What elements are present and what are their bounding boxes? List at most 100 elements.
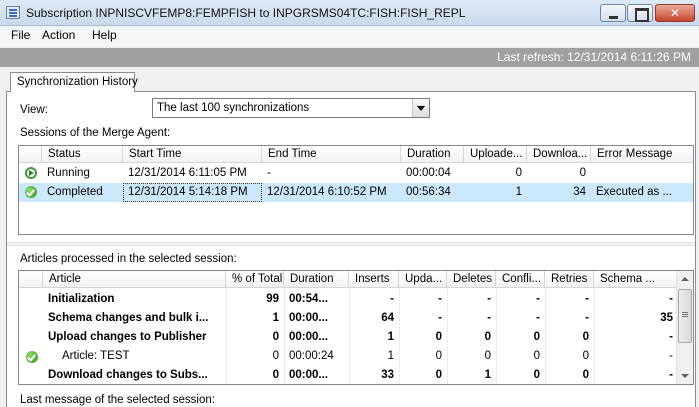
- column-header-status[interactable]: Status: [42, 146, 123, 163]
- view-dropdown[interactable]: The last 100 synchronizations: [152, 98, 430, 118]
- article-row[interactable]: Download changes to Subs... 0 00:00... 3…: [19, 366, 693, 384]
- column-header-start-time[interactable]: Start Time: [123, 146, 262, 163]
- title-bar[interactable]: Subscription INPNISCVFEMP8:FEMPFISH to I…: [0, 0, 699, 26]
- column-header-duration[interactable]: Duration: [284, 271, 349, 288]
- success-icon: [25, 186, 37, 198]
- column-header-end-time[interactable]: End Time: [262, 146, 401, 163]
- scroll-down-arrow-icon[interactable]: [677, 367, 693, 384]
- article-updates: -: [438, 293, 442, 305]
- session-row[interactable]: Running 12/31/2014 6:11:05 PM - 00:00:04…: [19, 164, 693, 183]
- scroll-up-arrow-icon[interactable]: [677, 271, 693, 288]
- session-uploaded: 1: [515, 186, 522, 198]
- menu-help[interactable]: Help: [90, 28, 119, 42]
- article-deletes: -: [487, 312, 491, 324]
- session-end-time: 12/31/2014 6:10:52 PM: [267, 186, 387, 198]
- article-name: Schema changes and bulk i...: [48, 312, 209, 324]
- refresh-status-bar: Last refresh: 12/31/2014 6:11:26 PM: [0, 48, 699, 67]
- article-deletes: 0: [484, 331, 491, 343]
- articles-label: Articles processed in the selected sessi…: [20, 253, 237, 265]
- column-header-uploaded[interactable]: Uploade...: [464, 146, 527, 163]
- tab-label: Synchronization History: [17, 76, 138, 88]
- column-header-icon[interactable]: [19, 146, 42, 163]
- chevron-down-icon[interactable]: [412, 99, 429, 117]
- article-retries: -: [585, 312, 589, 324]
- article-percent: 0: [272, 350, 279, 362]
- article-inserts: -: [390, 293, 394, 305]
- column-header-schema[interactable]: Schema ...: [594, 271, 678, 288]
- menu-bar: File Action Help: [0, 26, 699, 46]
- articles-header: Article % of Total Duration Inserts Upda…: [19, 271, 693, 288]
- article-conflicts: 0: [533, 331, 540, 343]
- minimize-button[interactable]: [600, 4, 626, 22]
- article-retries: 0: [582, 331, 589, 343]
- article-percent: 0: [272, 331, 279, 343]
- article-row[interactable]: Upload changes to Publisher 0 00:00... 1…: [19, 328, 693, 347]
- article-deletes: -: [487, 293, 491, 305]
- app-icon: [6, 6, 20, 19]
- column-header-conflicts[interactable]: Confli...: [496, 271, 545, 288]
- focus-rectangle: [123, 183, 262, 202]
- menu-action[interactable]: Action: [40, 28, 77, 42]
- article-schema: -: [669, 369, 673, 381]
- sessions-header: Status Start Time End Time Duration Uplo…: [19, 146, 693, 163]
- session-start-time: 12/31/2014 6:11:05 PM: [128, 167, 247, 179]
- session-error: Executed as ...: [596, 186, 673, 198]
- article-schema: -: [669, 350, 673, 362]
- column-header-article[interactable]: Article: [43, 271, 226, 288]
- article-updates: 0: [435, 369, 442, 381]
- article-duration: 00:54...: [289, 293, 328, 305]
- scroll-thumb[interactable]: [678, 289, 692, 343]
- sessions-label: Sessions of the Merge Agent:: [20, 127, 171, 139]
- last-refresh-text: Last refresh: 12/31/2014 6:11:26 PM: [497, 50, 691, 64]
- column-header-percent-total[interactable]: % of Total: [226, 271, 284, 288]
- article-updates: 0: [435, 331, 442, 343]
- column-header-retries[interactable]: Retries: [545, 271, 594, 288]
- article-deletes: 1: [484, 369, 491, 381]
- article-conflicts: 0: [533, 369, 540, 381]
- sessions-grid[interactable]: Status Start Time End Time Duration Uplo…: [18, 145, 694, 235]
- article-name: Article: TEST: [62, 350, 130, 362]
- tab-synchronization-history[interactable]: Synchronization History: [10, 72, 138, 92]
- window-title: Subscription INPNISCVFEMP8:FEMPFISH to I…: [26, 6, 466, 20]
- menu-file[interactable]: File: [9, 28, 32, 42]
- article-conflicts: -: [536, 293, 540, 305]
- article-inserts: 1: [387, 331, 394, 343]
- articles-grid[interactable]: Article % of Total Duration Inserts Upda…: [18, 270, 694, 385]
- column-header-duration[interactable]: Duration: [401, 146, 464, 163]
- article-row[interactable]: Initialization 99 00:54... - - - - - -: [19, 290, 693, 309]
- article-updates: -: [438, 312, 442, 324]
- success-icon: [26, 351, 38, 363]
- article-retries: -: [585, 293, 589, 305]
- session-duration: 00:56:34: [406, 186, 451, 198]
- article-duration: 00:00...: [289, 369, 328, 381]
- article-inserts: 1: [387, 350, 394, 362]
- running-icon: [25, 167, 37, 179]
- article-retries: 0: [582, 350, 589, 362]
- column-header-error-message[interactable]: Error Message: [591, 146, 693, 163]
- session-status: Completed: [47, 186, 103, 198]
- last-message-label: Last message of the selected session:: [20, 394, 215, 406]
- column-header-icon[interactable]: [19, 271, 43, 288]
- column-header-downloaded[interactable]: Downloa...: [527, 146, 591, 163]
- article-conflicts: -: [536, 312, 540, 324]
- articles-vertical-scrollbar[interactable]: [676, 271, 693, 384]
- article-updates: 0: [435, 350, 442, 362]
- session-downloaded: 34: [573, 186, 586, 198]
- session-uploaded: 0: [515, 167, 522, 179]
- article-duration: 00:00...: [289, 312, 328, 324]
- pane-splitter[interactable]: [7, 242, 695, 246]
- maximize-button[interactable]: [627, 4, 653, 22]
- column-header-updates[interactable]: Upda...: [399, 271, 447, 288]
- column-header-deletes[interactable]: Deletes: [447, 271, 496, 288]
- article-schema: -: [669, 293, 673, 305]
- session-duration: 00:00:04: [406, 167, 451, 179]
- column-header-inserts[interactable]: Inserts: [349, 271, 399, 288]
- article-inserts: 33: [381, 369, 394, 381]
- session-status: Running: [47, 167, 90, 179]
- session-downloaded: 0: [579, 167, 586, 179]
- article-row[interactable]: Article: TEST 0 00:00:24 1 0 0 0 0 -: [19, 347, 693, 366]
- session-row-selected[interactable]: Completed 12/31/2014 5:14:18 PM 12/31/20…: [19, 183, 693, 202]
- article-row[interactable]: Schema changes and bulk i... 1 00:00... …: [19, 309, 693, 328]
- article-percent: 1: [272, 312, 279, 324]
- close-button[interactable]: [655, 4, 695, 22]
